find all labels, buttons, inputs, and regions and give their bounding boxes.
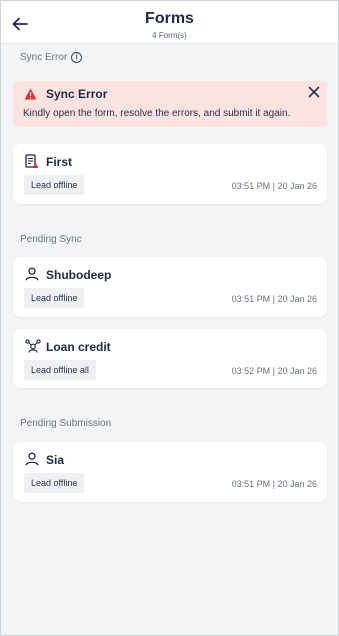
form-card-sia[interactable]: Sia Lead offline 03:51 PM | 20 Jan 26: [13, 442, 327, 502]
section-label-pending-sync: Pending Sync: [20, 234, 82, 245]
card-title: Loan credit: [46, 340, 111, 354]
error-message: Kindly open the form, resolve the errors…: [23, 108, 291, 119]
form-card-shubodeep[interactable]: Shubodeep Lead offline 03:51 PM | 20 Jan…: [13, 257, 327, 317]
form-card-loan-credit[interactable]: Loan credit Lead offline all 03:52 PM | …: [13, 329, 327, 388]
card-title: Shubodeep: [46, 268, 112, 282]
form-card-first[interactable]: First Lead offline 03:51 PM | 20 Jan 26: [13, 144, 327, 204]
info-icon[interactable]: i: [71, 52, 83, 63]
sync-error-banner: Sync Error Kindly open the form, resolve…: [13, 81, 327, 127]
app-header: Forms 4 Form(s): [1, 1, 338, 44]
error-title: Sync Error: [46, 87, 108, 101]
people-network-icon: [25, 339, 41, 353]
card-title: Sia: [46, 453, 65, 467]
status-tag: Lead offline: [24, 473, 85, 493]
card-title: First: [46, 155, 73, 169]
person-icon: [25, 452, 39, 466]
form-error-icon: [25, 154, 39, 168]
person-icon: [25, 267, 39, 281]
status-tag: Lead offline all: [24, 360, 96, 380]
close-icon[interactable]: [308, 86, 320, 98]
status-tag: Lead offline: [24, 288, 85, 308]
warning-icon: [24, 88, 37, 100]
timestamp: 03:51 PM | 20 Jan 26: [231, 181, 317, 191]
timestamp: 03:51 PM | 20 Jan 26: [231, 294, 317, 304]
timestamp: 03:51 PM | 20 Jan 26: [231, 479, 317, 489]
status-tag: Lead offline: [24, 175, 85, 195]
page-title: Forms: [145, 10, 194, 27]
timestamp: 03:52 PM | 20 Jan 26: [231, 366, 317, 376]
section-label-text: Sync Error: [20, 52, 68, 64]
section-label-sync-error: Sync Error i: [20, 52, 83, 64]
form-count: 4 Form(s): [152, 31, 187, 40]
section-label-pending-submission: Pending Submission: [20, 418, 112, 429]
